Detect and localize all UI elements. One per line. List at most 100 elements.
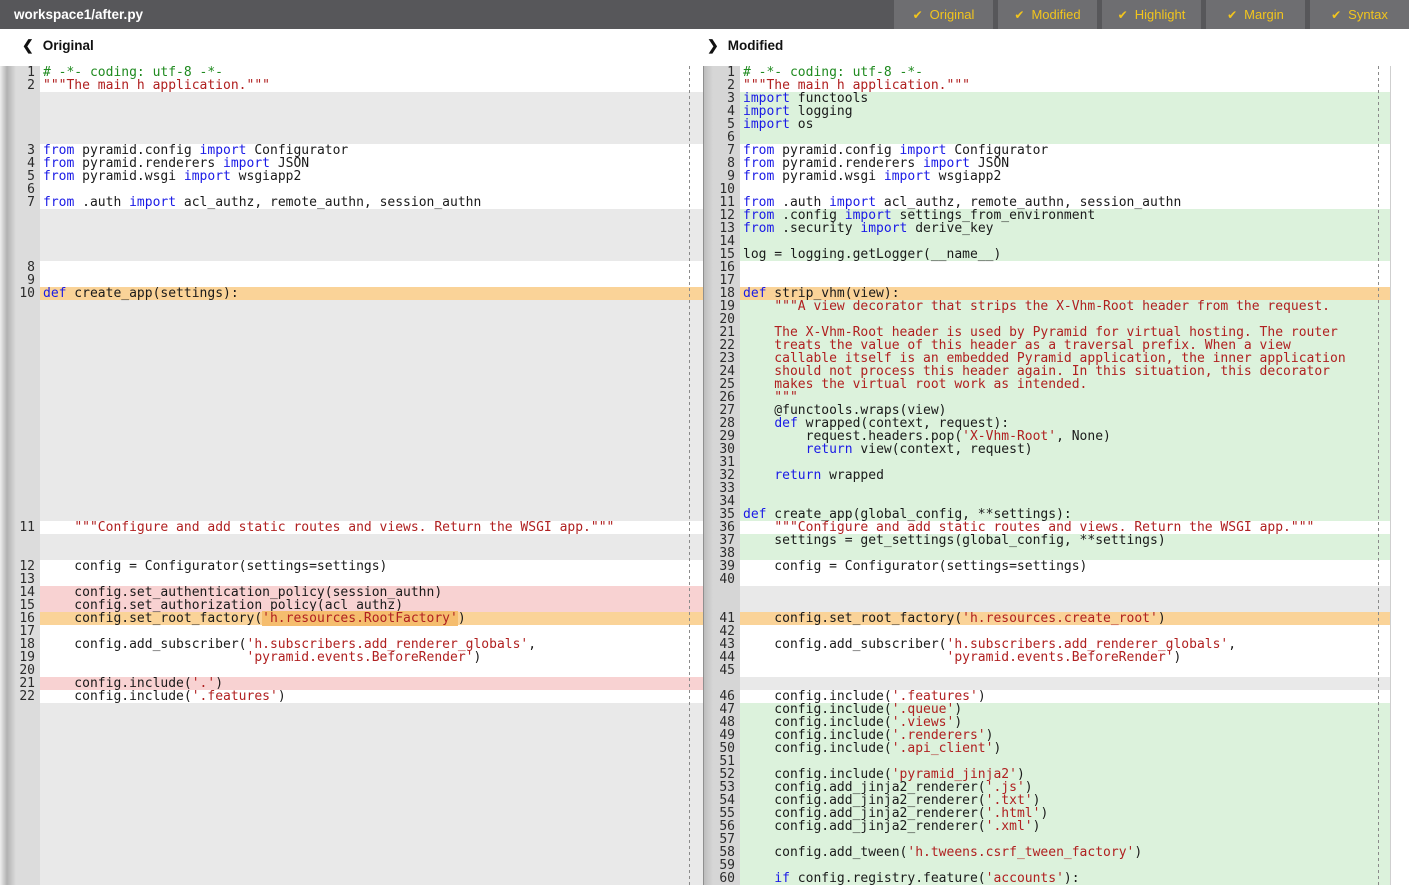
original-pane-label: Original: [43, 38, 94, 53]
line-number: [0, 820, 40, 833]
original-line-number-gutter: 12345678910111213141516171819202122: [0, 66, 40, 885]
code-line: [40, 105, 703, 118]
code-line: [40, 352, 703, 365]
toggle-syntax-label: Syntax: [1348, 7, 1388, 22]
code-line: [40, 235, 703, 248]
toggle-modified-label: Modified: [1031, 7, 1080, 22]
code-line: """A view decorator that strips the X-Vh…: [740, 300, 1390, 313]
modified-pane-label: Modified: [728, 38, 784, 53]
code-line: """The main h application.""": [40, 79, 703, 92]
line-number: [0, 872, 40, 885]
right-edge-spacer: [1390, 66, 1409, 885]
line-number: 2: [0, 79, 40, 92]
window-title: workspace1/after.py: [0, 0, 894, 29]
code-line: [40, 248, 703, 261]
code-line: makes the virtual root work as intended.: [740, 378, 1390, 391]
line-number: [0, 443, 40, 456]
code-line: [40, 820, 703, 833]
code-line: [40, 378, 703, 391]
toggle-modified-button[interactable]: ✔ Modified: [998, 0, 1097, 29]
code-line: config = Configurator(settings=settings): [40, 560, 703, 573]
line-number: [0, 313, 40, 326]
original-code-pane[interactable]: # -*- coding: utf-8 -*-"""The main h app…: [40, 66, 703, 885]
line-number: 45: [704, 664, 740, 677]
modified-code-pane[interactable]: # -*- coding: utf-8 -*-"""The main h app…: [740, 66, 1390, 885]
line-number: 11: [0, 521, 40, 534]
line-number: 7: [0, 196, 40, 209]
line-number: [0, 768, 40, 781]
original-pane-header: ❮ Original: [22, 29, 94, 62]
code-line: [40, 781, 703, 794]
titlebar: workspace1/after.py ✔ Original ✔ Modifie…: [0, 0, 1409, 29]
code-line: settings = get_settings(global_config, *…: [740, 534, 1390, 547]
code-line: [40, 417, 703, 430]
code-line: [40, 430, 703, 443]
column-margin-line: [689, 66, 690, 885]
line-number: 22: [0, 690, 40, 703]
line-number: [0, 534, 40, 547]
diff-view: 12345678910111213141516171819202122 # -*…: [0, 62, 1409, 886]
pane-headers: ❮ Original ❯ Modified: [0, 29, 1409, 62]
line-number: 60: [704, 872, 740, 885]
code-line: [40, 365, 703, 378]
code-line: [40, 469, 703, 482]
code-line: config.add_jinja2_renderer('.xml'): [740, 820, 1390, 833]
line-number: [0, 378, 40, 391]
code-line: config.set_root_factory('h.resources.Roo…: [40, 612, 703, 625]
code-line: [40, 794, 703, 807]
code-line: [40, 261, 703, 274]
check-icon: ✔: [1331, 8, 1341, 22]
code-line: config.include('.api_client'): [740, 742, 1390, 755]
line-number: [0, 404, 40, 417]
code-line: import os: [740, 118, 1390, 131]
line-number: [0, 482, 40, 495]
column-margin-line: [1378, 66, 1379, 885]
code-line: [40, 118, 703, 131]
check-icon: ✔: [913, 8, 923, 22]
code-line: [40, 339, 703, 352]
toggle-margin-label: Margin: [1244, 7, 1284, 22]
line-number: [0, 300, 40, 313]
code-line: [40, 742, 703, 755]
code-line: [740, 482, 1390, 495]
code-line: [740, 573, 1390, 586]
line-number: [0, 391, 40, 404]
check-icon: ✔: [1227, 8, 1237, 22]
line-number: [0, 417, 40, 430]
code-line: [40, 755, 703, 768]
code-line: config = Configurator(settings=settings): [740, 560, 1390, 573]
code-line: [40, 716, 703, 729]
check-icon: ✔: [1014, 8, 1024, 22]
line-number: 10: [0, 287, 40, 300]
toggle-syntax-button[interactable]: ✔ Syntax: [1310, 0, 1409, 29]
toggle-original-button[interactable]: ✔ Original: [894, 0, 993, 29]
line-number: [0, 456, 40, 469]
line-number: [0, 326, 40, 339]
check-icon: ✔: [1118, 8, 1128, 22]
code-line: [740, 261, 1390, 274]
line-number: [0, 742, 40, 755]
code-line: [40, 326, 703, 339]
toggle-original-label: Original: [930, 7, 975, 22]
line-number: [0, 859, 40, 872]
code-line: import logging: [740, 105, 1390, 118]
line-number: [0, 755, 40, 768]
code-line: [40, 807, 703, 820]
line-number: [0, 118, 40, 131]
code-line: from pyramid.wsgi import wsgiapp2: [40, 170, 703, 183]
toggle-margin-button[interactable]: ✔ Margin: [1206, 0, 1305, 29]
toggle-highlight-button[interactable]: ✔ Highlight: [1102, 0, 1201, 29]
line-number: [0, 469, 40, 482]
code-line: [40, 443, 703, 456]
line-number: [704, 586, 740, 599]
code-line: [740, 586, 1390, 599]
line-number: [0, 365, 40, 378]
line-number: [0, 833, 40, 846]
code-line: from pyramid.wsgi import wsgiapp2: [740, 170, 1390, 183]
code-line: [40, 872, 703, 885]
code-line: [40, 859, 703, 872]
code-line: [40, 534, 703, 547]
code-line: def create_app(settings):: [40, 287, 703, 300]
modified-line-number-gutter: 1234567891011121314151617181920212223242…: [703, 66, 740, 885]
line-number: [0, 781, 40, 794]
